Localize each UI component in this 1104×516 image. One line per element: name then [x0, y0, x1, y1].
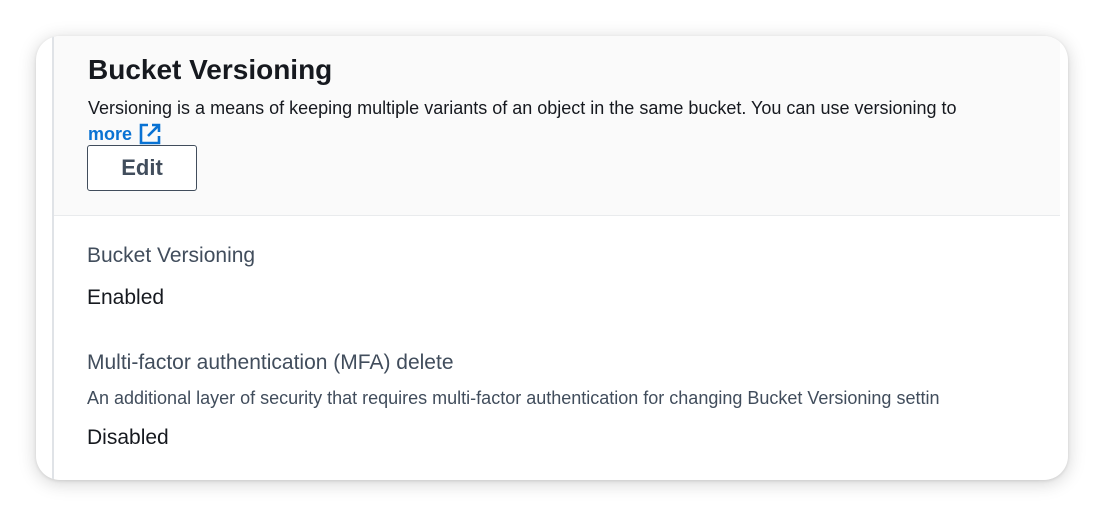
section-description: Versioning is a means of keeping multipl…: [88, 98, 957, 118]
learn-more-label: more: [88, 123, 133, 144]
versioning-label: Bucket Versioning: [87, 244, 256, 267]
bucket-versioning-panel: Bucket Versioning Versioning is a means …: [36, 36, 1068, 480]
versioning-value: Enabled: [87, 286, 165, 309]
mfa-delete-value: Disabled: [87, 426, 169, 449]
panel-content: Bucket Versioning Versioning is a means …: [54, 36, 1060, 480]
mfa-delete-label: Multi-factor authentication (MFA) delete: [87, 351, 454, 374]
learn-more-link[interactable]: more: [88, 122, 162, 146]
section-title: Bucket Versioning: [88, 54, 333, 85]
external-link-icon: [138, 122, 162, 146]
edit-button[interactable]: Edit: [87, 145, 197, 191]
panel-header: Bucket Versioning Versioning is a means …: [54, 36, 1060, 216]
mfa-delete-description: An additional layer of security that req…: [87, 388, 940, 408]
